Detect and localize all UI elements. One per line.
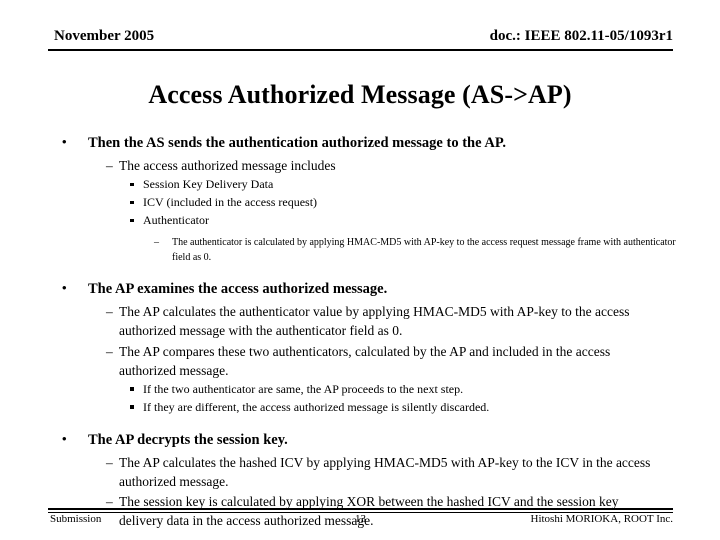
square-icon <box>130 405 134 409</box>
header-divider <box>48 49 673 51</box>
slide-footer: Submission 13 Hitoshi MORIOKA, ROOT Inc. <box>48 513 673 531</box>
bullet-item-level-2: – The AP calculates the hashed ICV by app… <box>0 453 720 491</box>
bullet-marker-dash-icon: – <box>106 454 113 470</box>
square-icon <box>130 200 134 205</box>
bullet-marker-dash-icon: – <box>106 304 113 320</box>
bullet-text: Session Key Delivery Data <box>143 177 274 192</box>
bullet-marker-square-icon <box>130 381 134 398</box>
bullet-item-level-4: – The authenticator is calculated by appl… <box>0 236 720 265</box>
bullet-text: The access authorized message includes <box>119 158 336 174</box>
header-document-id: doc.: IEEE 802.11-05/1093r1 <box>489 28 673 44</box>
bullet-spacer <box>0 266 720 279</box>
slide-header: November 2005 doc.: IEEE 802.11-05/1093r… <box>48 28 673 50</box>
bullet-item-level-1: • The AP decrypts the session key. <box>0 430 720 451</box>
square-icon <box>130 218 134 223</box>
square-icon <box>130 387 134 391</box>
bullet-item-level-3: ICV (included in the access request) <box>0 194 720 211</box>
bullet-marker-square-icon <box>130 194 134 211</box>
bullet-marker-dash-icon: – <box>106 158 113 174</box>
bullet-marker-square-icon <box>130 176 134 193</box>
slide-body: • Then the AS sends the authentication au… <box>0 133 720 532</box>
bullet-item-level-3: If they are different, the access author… <box>0 399 720 416</box>
bullet-marker-dot-icon: • <box>62 134 67 149</box>
bullet-item-level-3: Session Key Delivery Data <box>0 176 720 193</box>
bullet-item-level-1: • Then the AS sends the authentication au… <box>0 133 720 154</box>
bullet-item-level-3: Authenticator <box>0 212 720 229</box>
bullet-text: The AP examines the access authorized me… <box>88 281 388 298</box>
bullet-text: If they are different, the access author… <box>143 399 490 414</box>
header-date: November 2005 <box>54 28 155 44</box>
bullet-marker-dot-icon: • <box>62 280 67 296</box>
bullet-marker-dash-icon: – <box>106 343 113 359</box>
square-icon <box>130 182 134 187</box>
bullet-text: The authenticator is calculated by apply… <box>172 237 676 263</box>
bullet-spacer <box>0 417 720 430</box>
bullet-item-level-2: – The access authorized message includes <box>0 156 720 175</box>
footer-divider <box>48 508 673 510</box>
bullet-text: ICV (included in the access request) <box>143 195 318 210</box>
bullet-text: Then the AS sends the authentication aut… <box>88 135 506 151</box>
bullet-item-level-3: If the two authenticator are same, the A… <box>0 381 720 398</box>
bullet-item-level-2: – The AP compares these two authenticator… <box>0 342 720 380</box>
bullet-item-level-2: – The AP calculates the authenticator val… <box>0 302 720 340</box>
bullet-marker-dot-icon: • <box>62 430 67 446</box>
bullet-text: If the two authenticator are same, the A… <box>143 381 464 396</box>
bullet-marker-dash-icon: – <box>154 237 159 249</box>
bullet-text: The AP compares these two authenticators… <box>119 343 611 378</box>
slide-title: Access Authorized Message (AS->AP) <box>148 80 572 109</box>
bullet-marker-square-icon <box>130 399 134 416</box>
bullet-item-level-1: • The AP examines the access authorized m… <box>0 279 720 300</box>
slide: November 2005 doc.: IEEE 802.11-05/1093r… <box>0 0 720 540</box>
bullet-text: The AP calculates the authenticator valu… <box>119 304 630 339</box>
bullet-text: The AP calculates the hashed ICV by appl… <box>119 454 651 490</box>
footer-author: Hitoshi MORIOKA, ROOT Inc. <box>530 513 674 525</box>
bullet-text: The AP decrypts the session key. <box>88 431 288 448</box>
bullet-text: Authenticator <box>143 213 209 228</box>
bullet-marker-square-icon <box>130 212 134 229</box>
